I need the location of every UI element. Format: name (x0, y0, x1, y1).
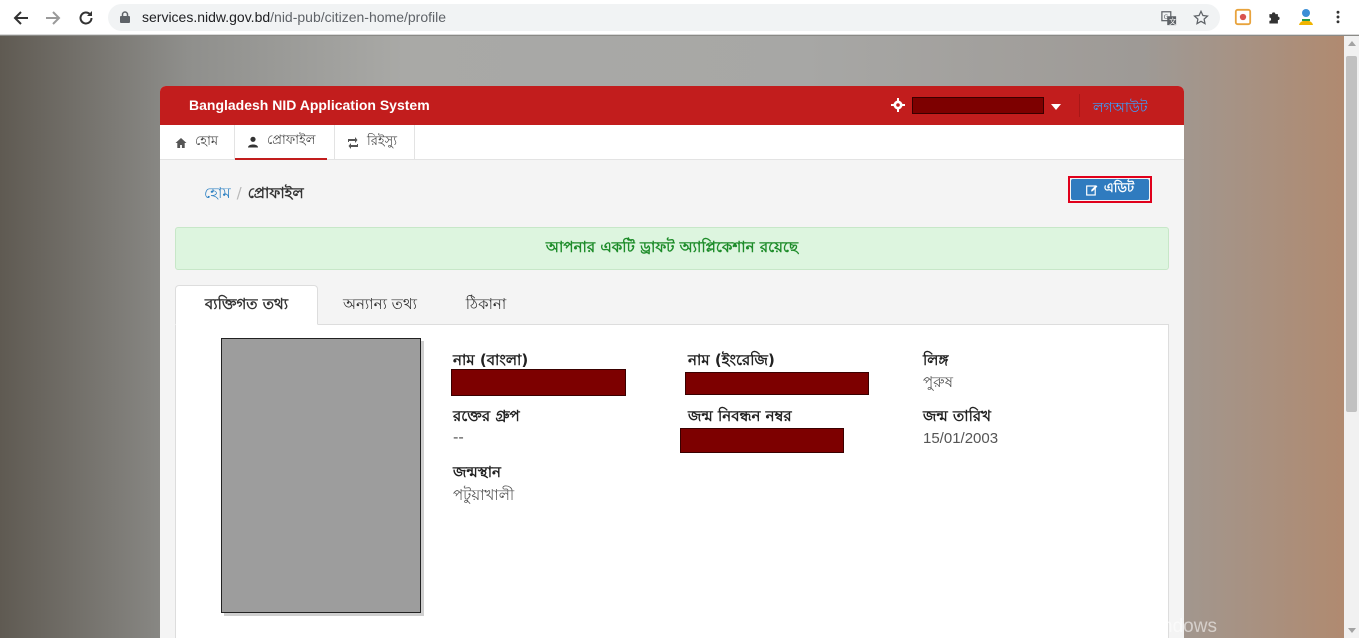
tab-personal-info[interactable]: ব্যক্তিগত তথ্য (175, 285, 318, 325)
breadcrumb-separator: / (236, 184, 242, 202)
vertical-scrollbar[interactable] (1344, 36, 1359, 638)
user-icon (248, 136, 258, 147)
activate-windows-watermark: Activate Windows (1067, 616, 1217, 637)
nid-app-panel: Bangladesh NID Application System লগআউট … (160, 86, 1184, 638)
app-brand[interactable]: Bangladesh NID Application System (189, 97, 430, 113)
birthplace-label: জন্মস্থান (453, 463, 502, 481)
blood-group-value: -- (453, 428, 464, 446)
browser-toolbar: services.nidw.gov.bd/nid-pub/citizen-hom… (0, 0, 1359, 35)
edit-button[interactable]: এডিট (1071, 179, 1149, 200)
header-divider (1079, 94, 1080, 117)
menu-tab-label: রিইস্যু (367, 134, 397, 149)
scroll-up-arrow-icon[interactable] (1348, 41, 1356, 46)
edit-icon (1085, 184, 1098, 196)
translate-icon[interactable]: 文G (1160, 9, 1178, 27)
tab-other-info[interactable]: অন্যান্য তথ্য (324, 285, 436, 325)
gear-icon[interactable] (891, 98, 905, 112)
tab-label: অন্যান্য তথ্য (342, 294, 418, 313)
gender-value: পুরুষ (923, 373, 953, 391)
name-english-label: নাম (ইংরেজি) (688, 351, 775, 369)
scroll-down-arrow-icon[interactable] (1348, 628, 1356, 633)
lock-icon (120, 11, 130, 23)
breadcrumb: হোম / প্রোফাইল (204, 182, 304, 207)
svg-text:G: G (1164, 14, 1169, 21)
draft-alert-message: আপনার একটি ড্রাফট অ্যাপ্লিকেশান রয়েছে (545, 238, 799, 256)
scroll-thumb[interactable] (1346, 56, 1357, 412)
menu-tab-home[interactable]: হোম (163, 125, 230, 160)
kebab-menu-icon[interactable] (1328, 7, 1348, 27)
date-of-birth-value: 15/01/2003 (923, 430, 999, 447)
menu-tab-label: হোম (195, 134, 219, 149)
date-of-birth-label: জন্ম তারিখ (923, 407, 991, 425)
url-text: services.nidw.gov.bd/nid-pub/citizen-hom… (142, 9, 446, 25)
tab-label: ঠিকানা (465, 294, 507, 313)
reload-button[interactable] (73, 5, 99, 31)
user-menu-caret-icon[interactable] (1051, 104, 1061, 110)
home-icon (175, 137, 187, 148)
menu-tab-profile[interactable]: প্রোফাইল (235, 125, 328, 160)
tab-address[interactable]: ঠিকানা (440, 285, 532, 325)
birthplace-value: পটুয়াখালী (453, 486, 515, 504)
back-button[interactable] (8, 5, 34, 31)
main-menu: হোম প্রোফাইল রিইস্যু (160, 125, 1184, 160)
menu-tab-reissue[interactable]: রিইস্যু (335, 125, 409, 160)
edit-button-label: এডিট (1103, 181, 1135, 196)
draft-alert: আপনার একটি ড্রাফট অ্যাপ্লিকেশান রয়েছে (175, 227, 1169, 270)
bookmark-star-icon[interactable] (1192, 9, 1210, 27)
username-redacted (912, 97, 1044, 114)
breadcrumb-home-link[interactable]: হোম (204, 184, 231, 202)
menu-divider (414, 125, 415, 160)
app-header: Bangladesh NID Application System লগআউট (160, 86, 1184, 125)
blood-group-label: রক্তের গ্রুপ (453, 407, 520, 425)
arrow-left-icon (13, 11, 28, 25)
reload-icon (79, 11, 93, 25)
logout-link[interactable]: লগআউট (1093, 96, 1147, 120)
address-bar[interactable]: services.nidw.gov.bd/nid-pub/citizen-hom… (108, 4, 1220, 31)
menu-tab-label: প্রোফাইল (267, 133, 316, 148)
name-bangla-value-redacted (451, 369, 626, 396)
citizen-photo-redacted (221, 338, 421, 613)
forward-button[interactable] (40, 5, 66, 31)
extensions-puzzle-icon[interactable] (1264, 7, 1284, 27)
tab-label: ব্যক্তিগত তথ্য (204, 294, 289, 313)
profile-extension-icon[interactable] (1296, 7, 1316, 27)
birth-registration-value-redacted (680, 428, 844, 453)
retweet-icon (348, 136, 358, 149)
screenshot-extension-icon[interactable] (1233, 7, 1253, 27)
svg-text:文: 文 (1169, 17, 1176, 26)
arrow-right-icon (46, 11, 61, 25)
breadcrumb-current: প্রোফাইল (247, 184, 304, 202)
url-domain: services.nidw.gov.bd (142, 9, 271, 25)
url-path: /nid-pub/citizen-home/profile (270, 9, 447, 25)
birth-registration-label: জন্ম নিবন্ধন নম্বর (688, 407, 792, 425)
name-english-value-redacted (685, 372, 869, 395)
personal-info-panel: নাম (বাংলা) নাম (ইংরেজি) লিঙ্গ পুরুষ রক্… (175, 324, 1169, 638)
